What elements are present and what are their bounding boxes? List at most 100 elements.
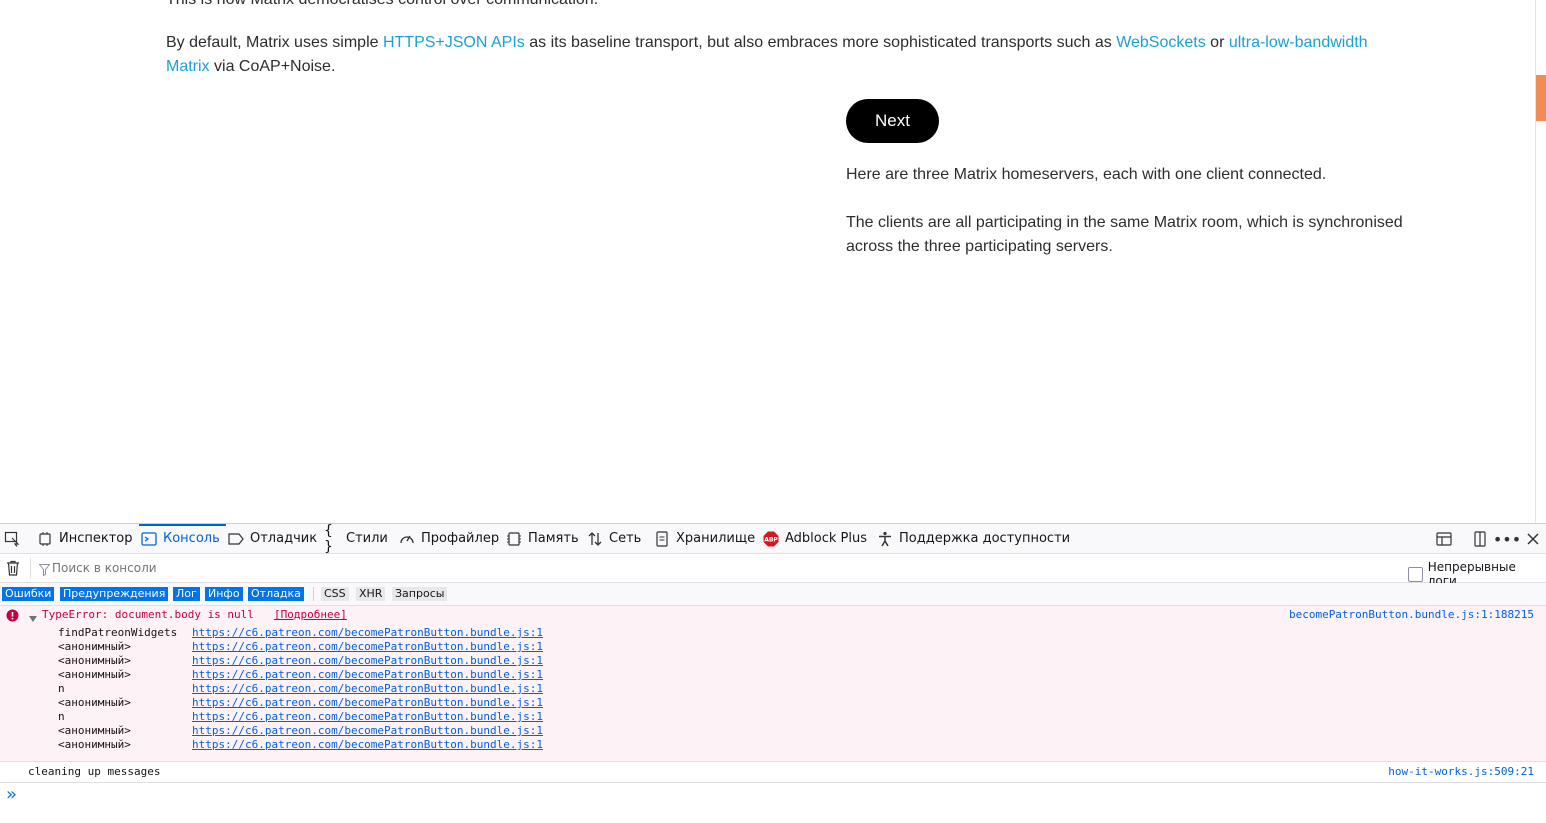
tab-accessibility-label: Поддержка доступности	[899, 531, 1071, 546]
top-cut-text: This is how Matrix democratises control …	[166, 0, 598, 12]
https-json-link[interactable]: HTTPS+JSON APIs	[383, 34, 525, 51]
stack-function: <анонимный>	[58, 696, 131, 709]
tab-memory[interactable]: Память	[506, 524, 579, 553]
tab-storage-label: Хранилище	[676, 531, 756, 546]
stack-function: <анонимный>	[58, 724, 131, 737]
tab-memory-label: Память	[528, 531, 579, 546]
stack-url-link[interactable]: https://c6.patreon.com/becomePatronButto…	[192, 640, 543, 654]
level-divider	[313, 587, 314, 601]
tab-console-label: Консоль	[163, 531, 220, 546]
stack-function: <анонимный>	[58, 640, 131, 653]
log-text: cleaning up messages	[28, 765, 161, 778]
page-scrollbar[interactable]	[1535, 0, 1546, 523]
description-1: Here are three Matrix homeservers, each …	[846, 166, 1327, 183]
dock-side-icon[interactable]	[1471, 530, 1489, 548]
error-icon	[6, 609, 19, 625]
para-text-3: or	[1205, 34, 1229, 51]
error-source-link[interactable]: becomePatronButton.bundle.js:1:188215	[1289, 608, 1534, 621]
level-log[interactable]: Лог	[173, 587, 200, 601]
tab-network[interactable]: Сеть	[587, 524, 641, 553]
stack-url-link[interactable]: https://c6.patreon.com/becomePatronButto…	[192, 654, 543, 668]
level-errors[interactable]: Ошибки	[2, 587, 55, 601]
web-page: This is how Matrix democratises control …	[0, 0, 1546, 523]
tab-profiler[interactable]: Профайлер	[399, 524, 499, 553]
filter-icon	[38, 561, 51, 580]
profiler-icon	[399, 531, 415, 547]
tab-adblock[interactable]: ABP Adblock Plus	[763, 524, 867, 553]
stack-url-link[interactable]: https://c6.patreon.com/becomePatronButto…	[192, 626, 543, 640]
tab-debugger-label: Отладчик	[250, 531, 318, 546]
network-icon	[587, 531, 603, 547]
tab-adblock-label: Adblock Plus	[785, 531, 868, 546]
ultra-low-bandwidth-link[interactable]: ultra-low-bandwidth	[1229, 34, 1368, 51]
stack-url-link[interactable]: https://c6.patreon.com/becomePatronButto…	[192, 696, 543, 710]
stack-function: <анонимный>	[58, 738, 131, 751]
svg-text:ABP: ABP	[764, 536, 778, 543]
learn-more-link[interactable]: [Подробнее]	[274, 608, 347, 621]
adblock-icon: ABP	[763, 531, 779, 547]
console-filter-bar: Непрерывные логи	[0, 554, 1546, 588]
error-message: TypeError: document.body is null [Подроб…	[0, 606, 1546, 762]
filter-xhr[interactable]: XHR	[356, 587, 386, 601]
tab-network-label: Сеть	[609, 531, 642, 546]
devtools-toolbar: Инспектор Консоль Отладчик { } Стили Про…	[0, 522, 1546, 555]
description-2a: The clients are all participating in the…	[846, 214, 1403, 231]
storage-icon	[654, 530, 670, 547]
more-options-icon[interactable]: •••	[1493, 530, 1521, 549]
level-debug[interactable]: Отладка	[248, 587, 304, 601]
log-message: cleaning up messages how-it-works.js:509…	[0, 762, 1546, 783]
console-search-input[interactable]	[52, 559, 652, 576]
level-info[interactable]: Инфо	[205, 587, 243, 601]
close-devtools-icon[interactable]	[1524, 530, 1542, 548]
filter-divider	[30, 558, 31, 578]
styles-icon: { }	[324, 522, 333, 555]
stack-url-link[interactable]: https://c6.patreon.com/becomePatronButto…	[192, 738, 543, 752]
tab-debugger[interactable]: Отладчик	[228, 524, 317, 553]
stack-function: n	[58, 710, 65, 723]
tab-inspector[interactable]: Инспектор	[37, 524, 133, 553]
para-text-1: By default, Matrix uses simple	[166, 34, 383, 51]
stack-function: findPatreonWidgets	[58, 626, 178, 639]
tab-storage[interactable]: Хранилище	[654, 524, 755, 553]
stack-url-link[interactable]: https://c6.patreon.com/becomePatronButto…	[192, 668, 543, 682]
filter-css[interactable]: CSS	[321, 587, 349, 601]
para-text-4: via CoAP+Noise.	[209, 58, 336, 75]
log-source-link[interactable]: how-it-works.js:509:21	[1388, 765, 1534, 778]
stack-url-link[interactable]: https://c6.patreon.com/becomePatronButto…	[192, 724, 543, 738]
accessibility-icon	[877, 531, 893, 547]
next-button[interactable]: Next	[846, 99, 939, 143]
para-text-2: as its baseline transport, but also embr…	[524, 34, 1117, 51]
clear-console-icon[interactable]	[6, 560, 20, 576]
stack-url-link[interactable]: https://c6.patreon.com/becomePatronButto…	[192, 710, 543, 724]
tab-styles[interactable]: { } Стили	[324, 522, 388, 555]
tab-profiler-label: Профайлер	[421, 531, 500, 546]
element-picker-button[interactable]	[4, 524, 26, 553]
log-level-bar: Ошибки Предупреждения Лог Инфо Отладка C…	[0, 583, 1546, 606]
stack-function: <анонимный>	[58, 668, 131, 681]
error-text: TypeError: document.body is null	[42, 608, 254, 621]
persist-logs-checkbox[interactable]	[1408, 566, 1423, 582]
debugger-icon	[228, 531, 244, 547]
split-console-icon[interactable]	[1435, 530, 1453, 548]
description-2b: across the three participating servers.	[846, 238, 1113, 255]
stack-url-link[interactable]: https://c6.patreon.com/becomePatronButto…	[192, 682, 543, 696]
websockets-link[interactable]: WebSockets	[1116, 34, 1206, 51]
tab-inspector-label: Инспектор	[59, 531, 133, 546]
tab-accessibility[interactable]: Поддержка доступности	[877, 524, 1070, 553]
filter-requests[interactable]: Запросы	[392, 587, 448, 601]
prompt-chevron-icon: »	[6, 784, 18, 805]
console-input-row[interactable]: »	[0, 783, 1546, 807]
ultra-low-bandwidth-link-cont[interactable]: Matrix	[166, 58, 210, 75]
transport-paragraph: By default, Matrix uses simple HTTPS+JSO…	[166, 31, 1396, 79]
expand-arrow-icon[interactable]	[29, 612, 37, 625]
tab-console[interactable]: Консоль	[139, 524, 226, 553]
stack-function: <анонимный>	[58, 654, 131, 667]
console-icon	[141, 531, 157, 547]
devtools-panel: Инспектор Консоль Отладчик { } Стили Про…	[0, 523, 1546, 823]
level-warnings[interactable]: Предупреждения	[60, 587, 169, 601]
inspector-icon	[37, 531, 53, 547]
scroll-thumb[interactable]	[1536, 75, 1546, 121]
memory-icon	[506, 531, 522, 547]
stack-function: n	[58, 682, 65, 695]
picker-icon	[4, 531, 20, 547]
